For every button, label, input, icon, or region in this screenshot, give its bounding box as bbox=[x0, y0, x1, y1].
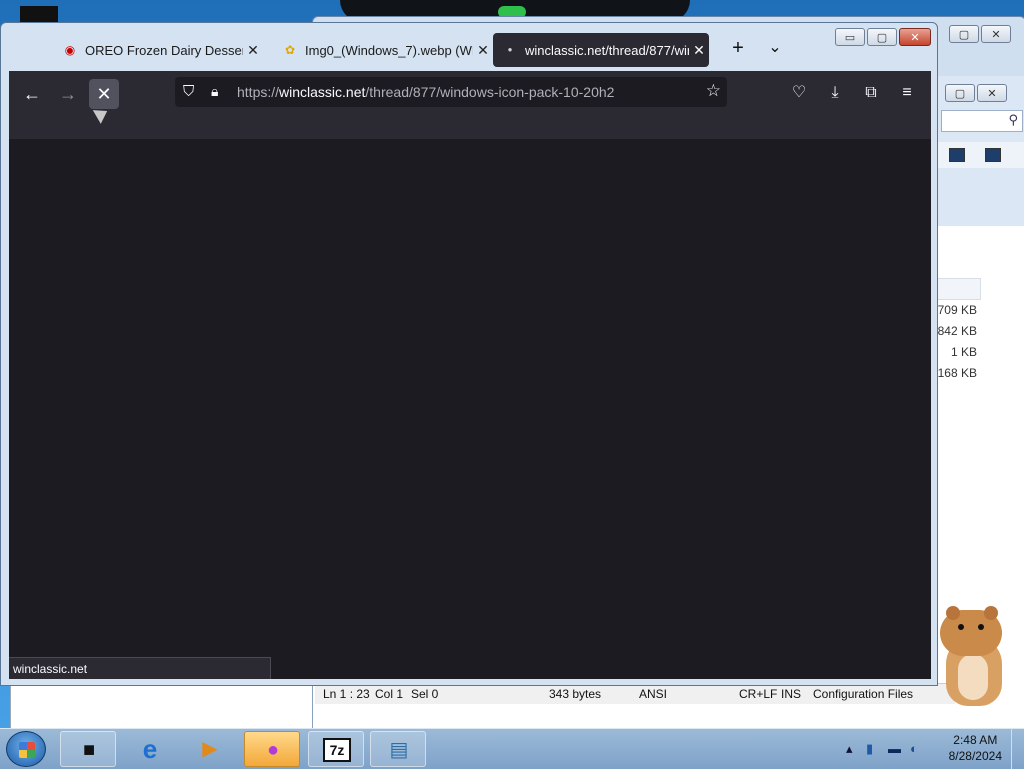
url-path: /thread/877/windows-icon-pack-10-20h2 bbox=[365, 84, 615, 100]
tab-close-icon[interactable]: ✕ bbox=[473, 42, 493, 59]
status-file-size: 343 bytes bbox=[549, 687, 602, 701]
downloads-icon[interactable]: ⤓ bbox=[821, 79, 849, 107]
explorer-maximize-button[interactable]: ▢ bbox=[945, 84, 975, 102]
bg-maximize-button[interactable]: ▢ bbox=[949, 25, 979, 43]
status-selection: Sel 0 bbox=[411, 687, 439, 701]
firefox-icon: ● bbox=[266, 739, 280, 761]
tab-title: OREO Frozen Dairy Dessert 14 bbox=[85, 42, 243, 58]
extensions-icon[interactable]: ⧉ bbox=[857, 79, 885, 107]
notepad-edit-area[interactable] bbox=[10, 683, 314, 730]
internet-explorer-icon: e bbox=[142, 734, 158, 764]
menu-hamburger-icon[interactable]: ≡ bbox=[893, 79, 921, 107]
clock[interactable]: 2:48 AM 8/28/2024 bbox=[949, 732, 1002, 764]
tab-winclassic[interactable]: ● winclassic.net/thread/877/win ✕ bbox=[493, 33, 709, 67]
tab-close-icon[interactable]: ✕ bbox=[689, 42, 709, 59]
background-window-controls: ▢ ✕ bbox=[949, 25, 1011, 43]
notepad-icon: ▤ bbox=[389, 739, 409, 761]
status-column: Col 1 bbox=[375, 687, 404, 701]
list-all-tabs-button[interactable]: ⌄ bbox=[763, 37, 787, 57]
show-hidden-icons-icon[interactable]: ▴ bbox=[846, 741, 853, 757]
clock-time: 2:48 AM bbox=[953, 733, 998, 747]
view-icon[interactable] bbox=[949, 148, 965, 162]
taskbar-firefox[interactable]: ● bbox=[244, 731, 300, 767]
loading-dot-icon: ● bbox=[507, 45, 513, 54]
back-button[interactable]: ← bbox=[17, 79, 47, 109]
hamster-eye bbox=[978, 624, 984, 630]
firefox-window: ◉ OREO Frozen Dairy Dessert 14 ✕ ✿ Img0_… bbox=[0, 22, 938, 686]
show-desktop-button[interactable] bbox=[1011, 729, 1024, 769]
tab-oreo[interactable]: ◉ OREO Frozen Dairy Dessert 14 ✕ bbox=[53, 33, 263, 67]
taskbar-notepad[interactable]: ▤ bbox=[370, 731, 426, 767]
hamster-desktop-pet[interactable] bbox=[940, 606, 1006, 708]
url-host: winclassic.net bbox=[279, 84, 366, 100]
search-icon: ⚲ bbox=[1008, 112, 1018, 127]
hamster-ear bbox=[984, 606, 998, 620]
clock-date: 8/28/2024 bbox=[948, 749, 1002, 763]
status-insert-mode: INS bbox=[781, 687, 802, 701]
tab-strip: ◉ OREO Frozen Dairy Dessert 14 ✕ ✿ Img0_… bbox=[9, 23, 931, 71]
notepad-window: Ln 1 : 23 Col 1 Sel 0 343 bytes ANSI CR+… bbox=[312, 683, 1024, 733]
bg-close-button[interactable]: ✕ bbox=[981, 25, 1011, 43]
tab-title: Img0_(Windows_7).webp (WEB bbox=[305, 42, 473, 58]
start-button[interactable] bbox=[6, 731, 46, 767]
target-favicon-icon: ◉ bbox=[64, 43, 76, 57]
monitor-icon[interactable]: ▬ bbox=[888, 741, 901, 756]
size-column-header[interactable] bbox=[937, 278, 981, 300]
explorer-window-controls: ▢ ✕ bbox=[945, 84, 1007, 102]
taskbar: ■ e ▶ ● 7z ▤ ▴ ▮ ▬ ◐ 2:48 AM 8/28/2024 bbox=[0, 728, 1024, 769]
file-size: 1 KB bbox=[950, 345, 977, 359]
status-encoding: ANSI bbox=[639, 687, 668, 701]
image-favicon-icon: ✿ bbox=[284, 43, 296, 57]
new-tab-button[interactable]: + bbox=[725, 37, 751, 60]
notepad-status-bar: Ln 1 : 23 Col 1 Sel 0 343 bytes ANSI CR+… bbox=[315, 683, 955, 704]
taskbar-7zip[interactable]: 7z bbox=[308, 731, 364, 767]
address-bar[interactable]: ⛉ 🔒︎ https://winclassic.net/thread/877/w… bbox=[175, 77, 727, 107]
7zip-icon: 7z bbox=[323, 738, 351, 762]
taskbar-app-black-box[interactable]: ■ bbox=[60, 731, 116, 767]
taskbar-media-player[interactable]: ▶ bbox=[182, 731, 238, 767]
tracking-protection-shield-icon[interactable]: ⛉ bbox=[183, 83, 194, 100]
size-column: 709 KB 842 KB 1 KB 168 KB bbox=[937, 300, 977, 384]
hamster-ear bbox=[946, 606, 960, 620]
preview-pane-icon[interactable] bbox=[985, 148, 1001, 162]
maximize-button[interactable]: ▢ bbox=[867, 28, 897, 46]
file-size: 168 KB bbox=[937, 366, 977, 380]
tab-close-icon[interactable]: ✕ bbox=[243, 42, 263, 59]
explorer-close-button[interactable]: ✕ bbox=[977, 84, 1007, 102]
system-tray: ▴ ▮ ▬ ◐ 2:48 AM 8/28/2024 bbox=[834, 729, 1024, 769]
window-controls: ▭ ▢ ✕ bbox=[835, 28, 931, 46]
page-content-area[interactable]: winclassic.net bbox=[9, 139, 931, 679]
bookmark-star-icon[interactable]: ☆ bbox=[706, 81, 721, 101]
explorer-search-input[interactable]: ⚲ bbox=[941, 110, 1023, 132]
black-box-icon: ■ bbox=[82, 739, 96, 761]
url-scheme: https:// bbox=[237, 84, 280, 100]
network-icon[interactable]: ▮ bbox=[866, 741, 873, 757]
media-player-icon: ▶ bbox=[202, 738, 218, 760]
close-button[interactable]: ✕ bbox=[899, 28, 931, 46]
windows-logo-icon bbox=[19, 742, 35, 758]
navigation-toolbar: ← → ✕ ⛉ 🔒︎ https://winclassic.net/thread… bbox=[9, 71, 931, 139]
file-size: 709 KB bbox=[937, 303, 977, 317]
forward-button[interactable]: → bbox=[53, 79, 83, 109]
volume-icon[interactable]: ◐ bbox=[910, 741, 918, 756]
tab-title: winclassic.net/thread/877/win bbox=[525, 42, 689, 58]
hamster-belly bbox=[958, 654, 988, 700]
tab-img0-webp[interactable]: ✿ Img0_(Windows_7).webp (WEB ✕ bbox=[273, 33, 493, 67]
hamster-eye bbox=[958, 624, 964, 630]
status-language: Configuration Files bbox=[813, 687, 914, 701]
minimize-button[interactable]: ▭ bbox=[835, 28, 865, 46]
file-size: 842 KB bbox=[937, 324, 977, 338]
explorer-toolbar bbox=[937, 142, 1024, 168]
pocket-icon[interactable]: ♡ bbox=[785, 79, 813, 107]
status-line-endings: CR+LF bbox=[739, 687, 778, 701]
url-text[interactable]: https://winclassic.net/thread/877/window… bbox=[237, 84, 614, 100]
status-position: Ln 1 : 23 bbox=[323, 687, 370, 701]
lock-icon[interactable]: 🔒︎ bbox=[211, 83, 218, 100]
taskbar-internet-explorer[interactable]: e bbox=[122, 731, 178, 767]
link-status-panel: winclassic.net bbox=[9, 657, 271, 679]
